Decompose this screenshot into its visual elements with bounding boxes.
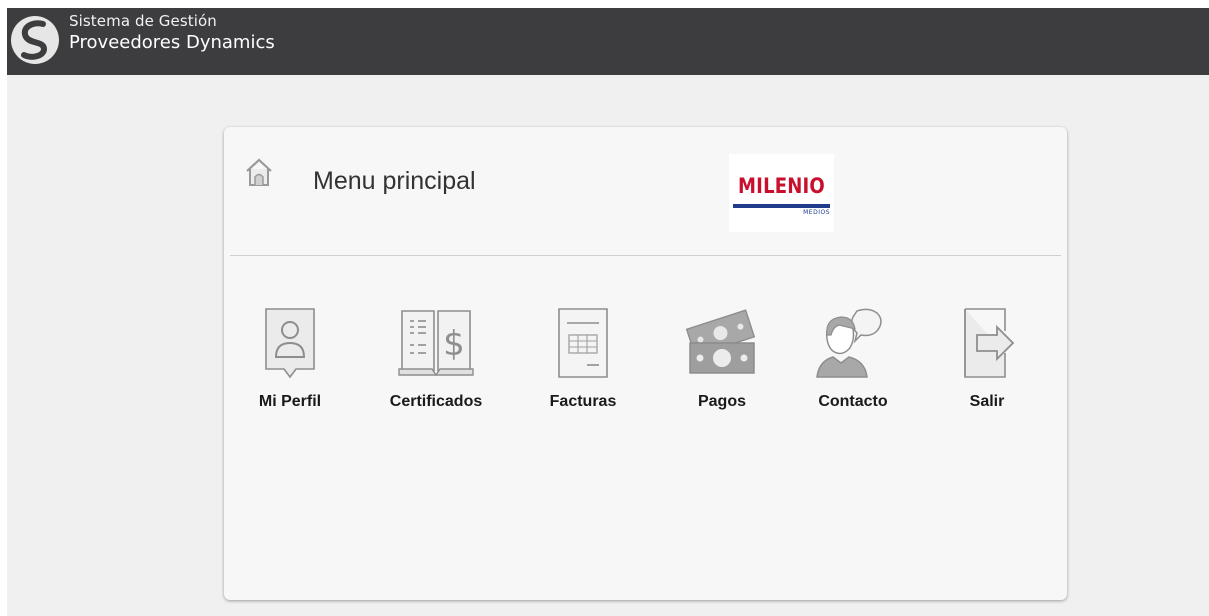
company-logo-bar: [733, 204, 830, 208]
menu-label: Contacto: [818, 393, 888, 410]
menu-item-facturas[interactable]: Facturas: [523, 305, 643, 415]
app-subtitle: Sistema de Gestión: [69, 12, 217, 30]
header-divider: [230, 255, 1061, 256]
menu-label: Pagos: [697, 393, 746, 410]
app-header: Sistema de Gestión Proveedores Dynamics: [7, 8, 1209, 75]
menu-item-contacto[interactable]: Contacto: [793, 305, 913, 415]
app-title: Proveedores Dynamics: [69, 32, 275, 53]
contact-chat-icon: [816, 308, 882, 378]
user-profile-icon: [265, 308, 315, 379]
company-logo: MILENIO MEDIOS: [729, 154, 834, 232]
menu-label: Salir: [969, 393, 1005, 410]
company-logo-sub: MEDIOS: [803, 209, 830, 216]
menu-item-salir[interactable]: Salir: [927, 305, 1047, 415]
menu-label: Mi Perfil: [258, 393, 322, 410]
menu-item-pagos[interactable]: Pagos: [662, 305, 782, 415]
exit-arrow-icon: [964, 308, 1015, 378]
company-logo-wordmark: MILENIO: [738, 174, 825, 198]
left-strip: [0, 0, 7, 616]
invoice-document-icon: [558, 308, 608, 378]
home-icon[interactable]: [245, 157, 273, 187]
menu-item-mi-perfil[interactable]: Mi Perfil: [230, 305, 350, 415]
menu-label: Certificados: [389, 393, 483, 410]
top-strip: [0, 0, 1209, 8]
svg-text:$: $: [443, 324, 465, 364]
main-menu-card: Menu principal MILENIO MEDIOS Mi Perfil: [224, 127, 1067, 600]
menu-item-certificados[interactable]: $ Certificados: [376, 305, 496, 415]
app-logo-icon: [11, 16, 59, 64]
page-title: Menu principal: [313, 167, 476, 195]
menu-label: Facturas: [549, 393, 617, 410]
money-bills-icon: [685, 309, 756, 374]
book-dollar-icon: $: [398, 310, 474, 377]
